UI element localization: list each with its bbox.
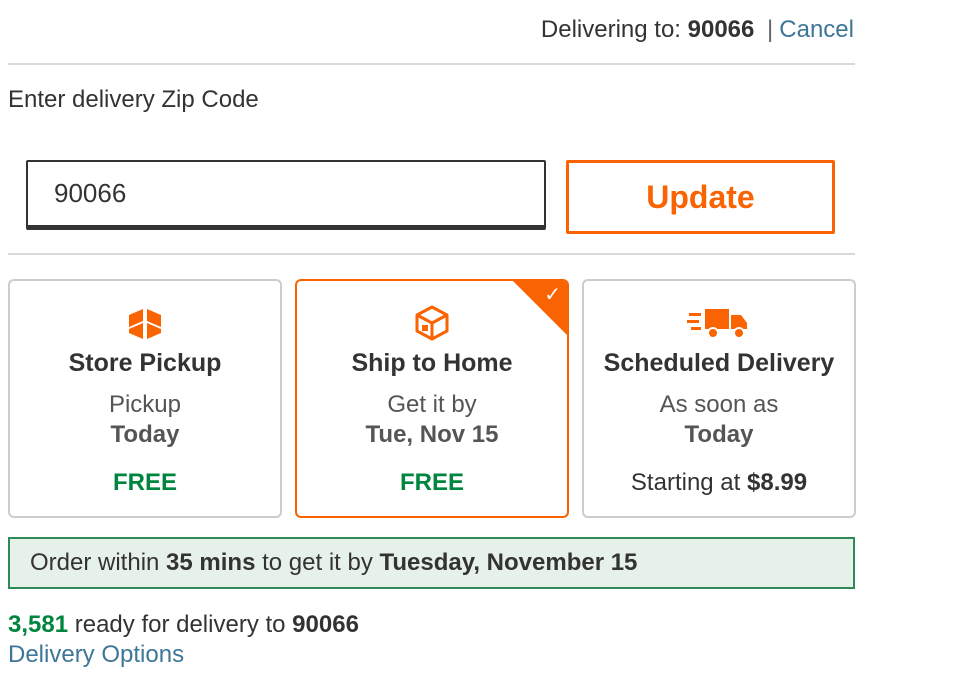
card-price: FREE <box>399 469 464 496</box>
update-button[interactable]: Update <box>566 160 835 234</box>
package-icon <box>297 301 567 345</box>
divider-top <box>8 63 855 65</box>
delivery-options-link[interactable]: Delivery Options <box>8 641 184 669</box>
separator: | <box>767 16 774 43</box>
card-line2: Today <box>110 421 180 448</box>
zip-label: Enter delivery Zip Code <box>8 86 259 113</box>
stock-count: 3,581 <box>8 611 69 638</box>
banner-prefix: Order within <box>30 549 160 576</box>
order-cutoff-banner: Order within 35 mins to get it by Tuesda… <box>8 537 855 589</box>
price-value: $8.99 <box>747 469 808 496</box>
banner-date: Tuesday, November 15 <box>379 549 638 576</box>
stock-text: ready for delivery to <box>74 611 286 638</box>
card-line2: Tue, Nov 15 <box>365 421 499 448</box>
card-title: Store Pickup <box>68 349 222 377</box>
store-pickup-card[interactable]: Store Pickup Pickup Today FREE <box>8 279 282 518</box>
delivering-zip: 90066 <box>687 16 755 43</box>
stock-info: 3,581 ready for delivery to 90066 <box>8 611 359 639</box>
ship-to-home-card[interactable]: ✓ Ship to Home Get it by Tue, Nov 15 FRE… <box>295 279 569 518</box>
card-line1: Get it by <box>387 391 477 418</box>
delivering-to-row: Delivering to: 90066 | Cancel <box>541 16 854 44</box>
delivery-truck-icon <box>584 301 854 345</box>
zip-input[interactable] <box>26 160 546 230</box>
card-price: Starting at $8.99 <box>584 469 854 497</box>
delivering-prefix: Delivering to: <box>540 16 681 43</box>
card-title: Scheduled Delivery <box>603 349 835 377</box>
divider-middle <box>8 253 855 255</box>
banner-time: 35 mins <box>166 549 256 576</box>
banner-middle: to get it by <box>262 549 373 576</box>
card-line2: Today <box>684 421 754 448</box>
store-pickup-box-icon <box>10 301 280 345</box>
card-line1: Pickup <box>108 391 182 418</box>
price-prefix: Starting at <box>630 469 741 496</box>
scheduled-delivery-card[interactable]: Scheduled Delivery As soon as Today Star… <box>582 279 856 518</box>
card-price: FREE <box>112 469 177 496</box>
cancel-link[interactable]: Cancel <box>779 16 854 43</box>
stock-zip: 90066 <box>292 611 359 638</box>
card-line1: As soon as <box>659 391 779 418</box>
card-title: Ship to Home <box>351 349 513 377</box>
